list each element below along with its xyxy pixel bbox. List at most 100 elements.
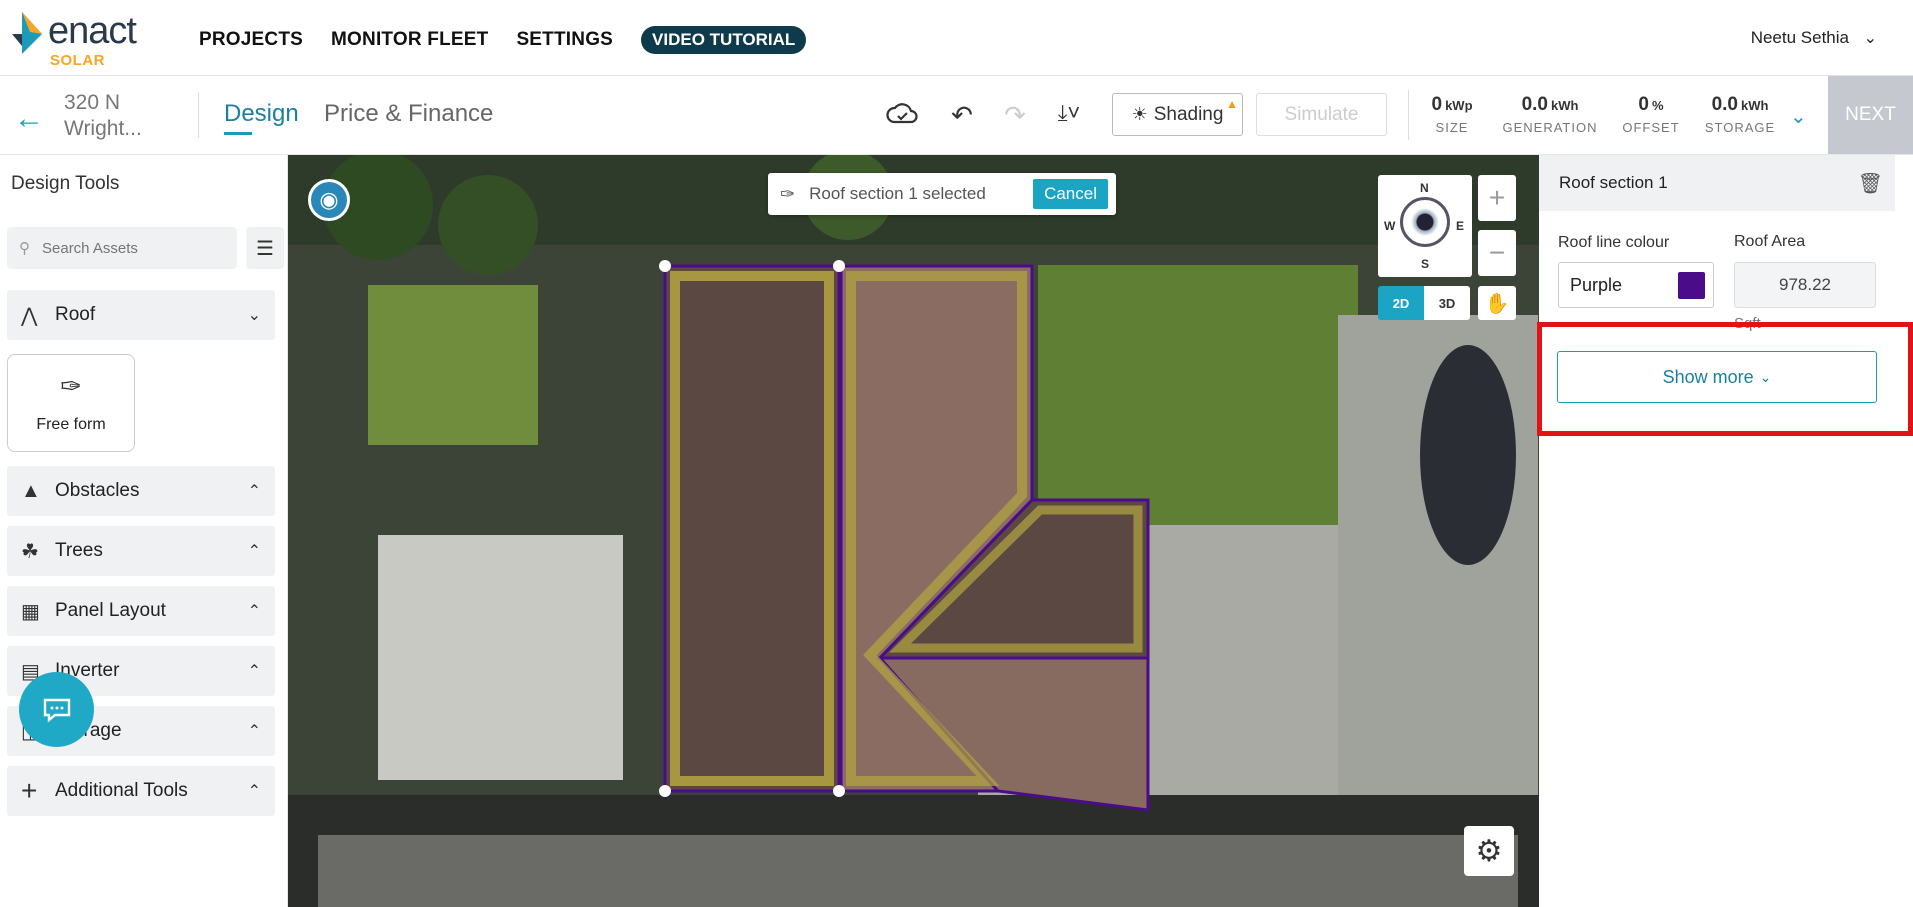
- cloud-save-icon[interactable]: [885, 100, 919, 130]
- chevron-down-icon[interactable]: ⌄: [1864, 28, 1877, 48]
- compass[interactable]: N W E S: [1378, 175, 1472, 277]
- chevron-down-icon[interactable]: ⌄: [248, 305, 261, 325]
- sun-icon: ☀: [1131, 104, 1148, 124]
- plus-icon: +: [21, 775, 38, 806]
- section-trees-label: Trees: [55, 540, 103, 561]
- stat-storage-label: STORAGE: [1704, 120, 1776, 135]
- download-icon[interactable]: ⤓˅: [1052, 100, 1086, 130]
- gear-icon[interactable]: ⚙: [1464, 826, 1514, 876]
- user-name[interactable]: Neetu Sethia: [1751, 28, 1849, 48]
- stat-offset-unit: %: [1652, 98, 1664, 113]
- tab-design[interactable]: Design: [224, 100, 299, 128]
- roof-line-colour-value: Purple: [1570, 274, 1623, 295]
- stat-offset-value: 0: [1638, 94, 1649, 115]
- globe-icon[interactable]: ◉: [308, 179, 350, 221]
- main-menu: PROJECTS MONITOR FLEET SETTINGS VIDEO TU…: [199, 26, 807, 54]
- stat-size-label: SIZE: [1435, 120, 1469, 135]
- tab-price-finance[interactable]: Price & Finance: [324, 100, 493, 128]
- menu-icon[interactable]: ☰: [246, 227, 284, 269]
- chevron-up-icon[interactable]: ⌃: [248, 601, 261, 621]
- shading-label: Shading: [1153, 103, 1224, 125]
- chevron-up-icon[interactable]: ⌃: [248, 721, 261, 741]
- chat-icon[interactable]: [19, 672, 94, 747]
- chevron-up-icon[interactable]: ⌃: [248, 661, 261, 681]
- search-input[interactable]: [42, 239, 222, 257]
- logo-subtitle: SOLAR: [50, 52, 105, 69]
- map-canvas[interactable]: ◉ ✑ Roof section 1 selected Cancel N W E…: [288, 155, 1539, 907]
- project-name-line2: Wright...: [64, 117, 142, 140]
- logo-wordmark: enact: [48, 10, 137, 52]
- section-obstacles[interactable]: ▲ Obstacles ⌃: [7, 466, 275, 516]
- stat-generation-value: 0.0: [1521, 94, 1548, 115]
- section-additional-tools-label: Additional Tools: [55, 780, 188, 801]
- project-name-line1: 320 N: [64, 91, 121, 114]
- compass-rose-icon: [1400, 197, 1450, 247]
- panel-title: Design Tools: [11, 173, 120, 194]
- stat-generation-label: GENERATION: [1502, 120, 1598, 135]
- nav-monitor-fleet[interactable]: MONITOR FLEET: [331, 29, 488, 51]
- divider: [1408, 90, 1409, 140]
- cancel-button[interactable]: Cancel: [1033, 179, 1108, 209]
- project-name: 320 N Wright...: [64, 90, 184, 142]
- stat-storage-unit: kWh: [1740, 98, 1769, 113]
- mode-2d-button[interactable]: 2D: [1378, 286, 1424, 320]
- free-form-tool[interactable]: ✑ Free form: [7, 354, 135, 452]
- stat-size-unit: kWp: [1445, 98, 1473, 113]
- chevron-up-icon[interactable]: ⌃: [248, 541, 261, 561]
- chevron-down-icon[interactable]: ⌄: [1790, 104, 1807, 129]
- back-arrow-icon[interactable]: ←: [14, 102, 44, 136]
- search-icon: ⚲: [19, 240, 30, 257]
- enact-logo[interactable]: enact SOLAR: [12, 8, 162, 69]
- section-panel-layout[interactable]: ▦ Panel Layout ⌃: [7, 586, 275, 636]
- section-obstacles-label: Obstacles: [55, 480, 140, 501]
- compass-south-label: S: [1421, 257, 1430, 271]
- properties-panel: Roof section 1 🗑 Roof line colour Roof A…: [1539, 155, 1913, 907]
- nav-settings[interactable]: SETTINGS: [516, 29, 613, 51]
- simulate-button[interactable]: Simulate: [1256, 93, 1387, 136]
- solar-panel-icon: ▦: [21, 600, 40, 623]
- colour-swatch[interactable]: [1678, 272, 1705, 299]
- section-roof-label: Roof: [55, 304, 96, 325]
- section-panel-layout-label: Panel Layout: [55, 600, 166, 621]
- stat-generation-unit: kWh: [1550, 98, 1579, 113]
- design-tools-panel: Design Tools ⚲ ☰ ⋀ Roof ⌄ ✑ Free form ▲ …: [0, 155, 288, 907]
- top-navigation: enact SOLAR PROJECTS MONITOR FLEET SETTI…: [0, 0, 1913, 76]
- tree-icon: ☘: [21, 540, 39, 563]
- trash-icon[interactable]: 🗑: [1858, 171, 1883, 196]
- stat-generation: 0.0 kWh GENERATION: [1500, 94, 1600, 135]
- stat-size: 0 kWp SIZE: [1422, 94, 1482, 135]
- next-button[interactable]: NEXT: [1828, 76, 1913, 154]
- roof-area-label: Roof Area: [1734, 233, 1806, 250]
- stat-storage: 0.0 kWh STORAGE: [1700, 94, 1780, 135]
- satellite-image: [288, 155, 1539, 907]
- selection-text: Roof section 1 selected: [809, 184, 986, 203]
- compass-west-label: W: [1384, 219, 1396, 233]
- pen-tool-icon: ✑: [780, 183, 796, 204]
- zoom-out-button[interactable]: −: [1478, 230, 1516, 276]
- search-box[interactable]: ⚲: [7, 227, 237, 269]
- roof-icon: ⋀: [21, 304, 38, 327]
- compass-east-label: E: [1456, 219, 1465, 233]
- stat-offset: 0% OFFSET: [1616, 94, 1686, 135]
- project-toolbar: ← 320 N Wright... Design Price & Finance…: [0, 76, 1913, 155]
- section-trees[interactable]: ☘ Trees ⌃: [7, 526, 275, 576]
- free-form-label: Free form: [36, 416, 106, 433]
- stat-size-value: 0: [1431, 94, 1443, 115]
- roof-line-colour-select[interactable]: Purple: [1558, 262, 1714, 308]
- mode-3d-button[interactable]: 3D: [1424, 286, 1470, 320]
- zoom-in-button[interactable]: +: [1478, 175, 1516, 221]
- divider: [198, 92, 199, 138]
- redo-icon[interactable]: ↷: [998, 100, 1032, 130]
- chevron-up-icon[interactable]: ⌃: [248, 781, 261, 801]
- pan-hand-icon[interactable]: ✋: [1478, 286, 1516, 320]
- video-tutorial-button[interactable]: VIDEO TUTORIAL: [641, 26, 807, 54]
- shading-button[interactable]: ☀ Shading ▲: [1112, 93, 1243, 136]
- warning-icon: ▲: [1226, 97, 1238, 111]
- roof-line-colour-label: Roof line colour: [1558, 234, 1670, 251]
- roof-area-field: 978.22: [1734, 262, 1876, 308]
- undo-icon[interactable]: ↶: [945, 100, 979, 130]
- section-roof[interactable]: ⋀ Roof ⌄: [7, 290, 275, 340]
- chevron-up-icon[interactable]: ⌃: [248, 481, 261, 501]
- nav-projects[interactable]: PROJECTS: [199, 29, 303, 51]
- section-additional-tools[interactable]: + Additional Tools ⌃: [7, 766, 275, 816]
